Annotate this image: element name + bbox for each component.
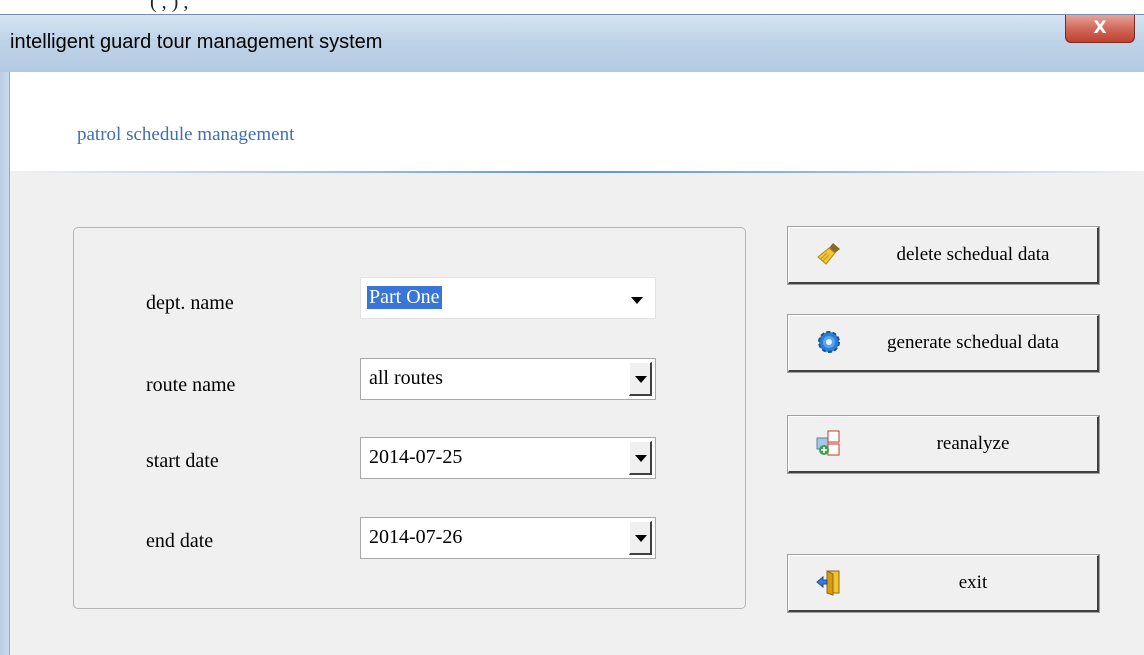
header-divider <box>10 171 1144 173</box>
generate-schedule-button[interactable]: generate schedual data <box>787 314 1100 373</box>
filter-group-box: dept. name Part One route name all route… <box>73 227 746 609</box>
dept-name-label: dept. name <box>146 292 234 314</box>
start-date-label: start date <box>146 450 219 472</box>
end-date-picker[interactable]: 2014-07-26 <box>360 517 656 559</box>
end-date-label: end date <box>146 530 214 552</box>
dept-name-select[interactable]: Part One <box>360 277 656 319</box>
end-date-value: 2014-07-26 <box>369 526 463 548</box>
page-subtitle: patrol schedule management <box>77 124 295 145</box>
end-date-dropdown-button[interactable] <box>629 521 652 555</box>
start-date-dropdown-button[interactable] <box>629 441 652 475</box>
chevron-down-icon <box>635 535 647 542</box>
route-name-label: route name <box>146 374 236 396</box>
window-frame-left <box>0 72 9 655</box>
background-window-text: ( , ) , <box>150 0 189 13</box>
reanalyze-icon <box>816 430 840 456</box>
chevron-down-icon <box>635 376 647 383</box>
chevron-down-icon <box>635 455 647 462</box>
exit-button[interactable]: exit <box>787 554 1100 613</box>
window-title: intelligent guard tour management system <box>10 31 383 53</box>
header-panel: patrol schedule management <box>10 72 1144 172</box>
window-titlebar[interactable]: intelligent guard tour management system… <box>0 14 1144 72</box>
route-dropdown-button[interactable] <box>629 362 652 396</box>
gear-icon <box>818 331 840 353</box>
close-icon: X <box>1093 18 1107 38</box>
window-client-area: patrol schedule management dept. name Pa… <box>9 72 1144 655</box>
delete-schedule-button[interactable]: delete schedual data <box>787 226 1100 285</box>
delete-schedule-label: delete schedual data <box>896 244 1050 265</box>
reanalyze-button[interactable]: reanalyze <box>787 415 1100 474</box>
route-name-value: all routes <box>369 367 443 389</box>
start-date-picker[interactable]: 2014-07-25 <box>360 437 656 479</box>
exit-door-icon <box>816 570 840 596</box>
generate-schedule-label: generate schedual data <box>887 332 1059 353</box>
background-window-strip: ( , ) , <box>0 0 1144 14</box>
exit-label: exit <box>958 572 988 593</box>
broom-icon <box>817 243 840 265</box>
dept-name-value: Part One <box>367 286 442 309</box>
reanalyze-label: reanalyze <box>936 433 1010 454</box>
chevron-down-icon[interactable] <box>631 297 643 304</box>
start-date-value: 2014-07-25 <box>369 446 463 468</box>
close-button[interactable]: X <box>1065 15 1135 43</box>
route-name-select[interactable]: all routes <box>360 358 656 400</box>
